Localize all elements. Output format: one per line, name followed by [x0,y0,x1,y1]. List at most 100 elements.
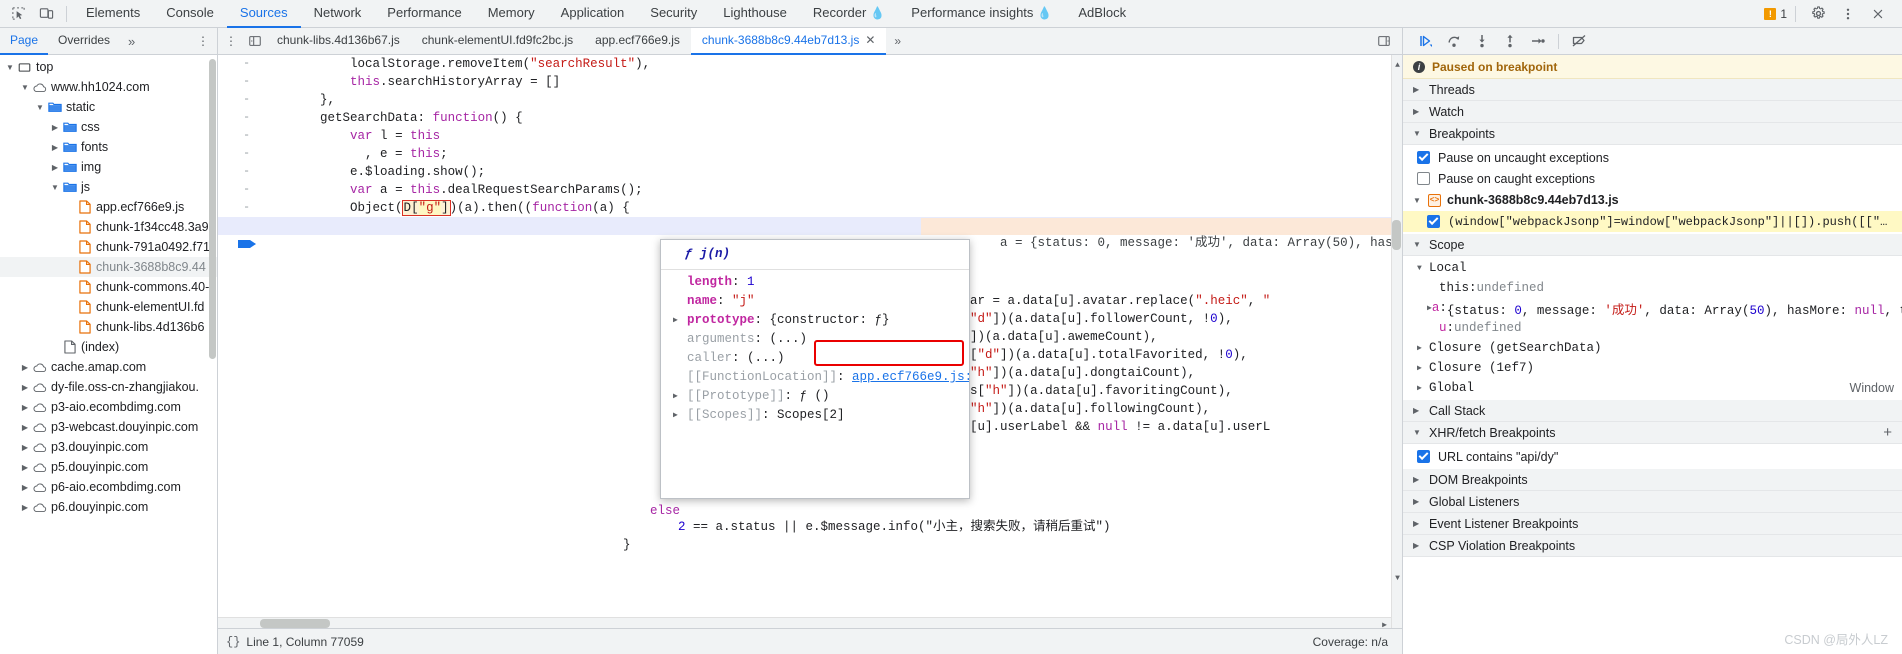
scroll-right-icon[interactable]: ▶ [1382,617,1387,628]
checkbox-checked-icon[interactable] [1417,450,1430,463]
tab-memory[interactable]: Memory [475,0,548,28]
tab-recorder[interactable]: Recorder 💧 [800,0,898,28]
line-gutter[interactable]: - [218,91,258,109]
object-preview-popover[interactable]: ƒ j(n) ▶length: 1▶name: "j"▶prototype: {… [660,239,970,499]
step-over-next-function-call-button[interactable] [1441,29,1467,53]
line-gutter[interactable]: - [218,163,258,181]
chevron-right-icon[interactable]: ▶ [673,311,687,330]
tree-item[interactable]: ▶(index) [0,337,217,357]
more-options-icon[interactable] [1834,1,1862,27]
code-line[interactable]: - , e = this; [218,145,1402,163]
chevron-right-icon[interactable]: ▶ [19,443,31,452]
scrollbar-thumb[interactable] [260,619,330,628]
breakpoint-entry-row[interactable]: (window["webpackJsonp"]=window["webpackJ… [1403,211,1902,232]
breakpoint-file-row[interactable]: ▼ <> chunk-3688b8c9.44eb7d13.js [1403,189,1902,211]
tree-item[interactable]: ▶ p6.douyinpic.com [0,497,217,517]
tree-item[interactable]: ▶ img [0,157,217,177]
scope-variable-row[interactable]: ▶this: undefined [1403,278,1902,298]
tab-lighthouse[interactable]: Lighthouse [710,0,800,28]
tree-item[interactable]: ▶chunk-commons.40- [0,277,217,297]
chevron-right-icon[interactable]: ▶ [19,463,31,472]
section-dom-breakpoints[interactable]: ▶ DOM Breakpoints [1403,469,1902,491]
tree-item[interactable]: ▶ p6-aio.ecombdimg.com [0,477,217,497]
line-gutter[interactable]: - [218,145,258,163]
checkbox-unchecked-icon[interactable] [1417,172,1430,185]
tree-item[interactable]: ▶ p3.douyinpic.com [0,437,217,457]
section-csp-violation-breakpoints[interactable]: ▶ CSP Violation Breakpoints [1403,535,1902,557]
pretty-print-icon[interactable]: {} [226,635,240,649]
inspect-cursor-icon[interactable] [4,1,32,27]
step-button[interactable] [1525,29,1551,53]
nav-tab-overrides[interactable]: Overrides [48,28,120,55]
tree-item[interactable]: ▶ dy-file.oss-cn-zhangjiakou. [0,377,217,397]
line-gutter[interactable]: - [218,109,258,127]
chevron-right-icon[interactable]: ▶ [19,423,31,432]
nav-more-tabs-icon[interactable]: » [120,34,143,49]
section-watch[interactable]: ▶ Watch [1403,101,1902,123]
tree-item[interactable]: ▶ cache.amap.com [0,357,217,377]
section-call-stack[interactable]: ▶ Call Stack [1403,400,1902,422]
checkbox-checked-icon[interactable] [1427,215,1440,228]
editor-tab-chunk-3688b8c9[interactable]: chunk-3688b8c9.44eb7d13.js ✕ [690,27,887,55]
chevron-right-icon[interactable]: ▶ [673,387,687,406]
scope-closure-getsearchdata[interactable]: ▶ Closure (getSearchData) [1403,338,1902,358]
warning-badge[interactable]: ! 1 [1764,7,1787,21]
popover-property-row[interactable]: ▶arguments: (...) [661,330,969,349]
editor-vertical-scrollbar[interactable]: ▲ ▼ [1391,55,1402,628]
editor-horizontal-scrollbar[interactable]: ▶ [218,617,1391,628]
tree-item[interactable]: ▶chunk-libs.4d136b6 [0,317,217,337]
file-tree[interactable]: ▼ top ▼ www.hh1024.com ▼ static ▶ css ▶ fonts ▶ img… [0,55,217,654]
chevron-right-icon[interactable]: ▶ [19,383,31,392]
panel-collapse-icon[interactable] [244,34,266,48]
xhr-breakpoint-row[interactable]: URL contains "api/dy" [1403,446,1902,467]
chevron-down-icon[interactable]: ▼ [19,83,31,92]
tree-item[interactable]: ▼ static [0,97,217,117]
code-line[interactable]: - getSearchData: function() { [218,109,1402,127]
nav-tab-page[interactable]: Page [0,28,49,55]
line-gutter[interactable]: - [218,55,258,73]
scope-closure-1ef7[interactable]: ▶ Closure (1ef7) [1403,358,1902,378]
tree-item[interactable]: ▶ p5.douyinpic.com [0,457,217,477]
popover-property-row[interactable]: ▶ [[Scopes]]: Scopes[2] [661,406,969,425]
source-location-link[interactable]: app.ecf766e9.js:1 [852,368,969,387]
scroll-down-icon[interactable]: ▼ [1393,570,1402,588]
editor-kebab-icon[interactable]: ⋮ [218,34,244,48]
chevron-right-icon[interactable]: ▶ [49,163,61,172]
chevron-right-icon[interactable]: ▶ [673,406,687,425]
section-breakpoints[interactable]: ▼ Breakpoints [1403,123,1902,145]
tab-console[interactable]: Console [153,0,227,28]
navigator-kebab-icon[interactable]: ⋮ [189,34,217,48]
code-line[interactable]: - localStorage.removeItem("searchResult"… [218,55,1402,73]
editor-more-tabs-icon[interactable]: » [886,34,909,48]
add-xhr-breakpoint-icon[interactable]: + [1883,424,1892,441]
chevron-down-icon[interactable]: ▼ [34,103,46,112]
line-gutter[interactable]: - [218,199,258,217]
scrollbar-thumb[interactable] [209,59,216,359]
popover-property-row[interactable]: ▶length: 1 [661,273,969,292]
scope-global[interactable]: ▶ Global Window [1403,378,1902,398]
chevron-down-icon[interactable]: ▼ [4,63,16,72]
scope-variable-row[interactable]: ▶u: undefined [1403,318,1902,338]
section-threads[interactable]: ▶ Threads [1403,79,1902,101]
chevron-down-icon[interactable]: ▼ [49,183,61,192]
tab-performance-insights[interactable]: Performance insights 💧 [898,0,1065,28]
tree-item[interactable]: ▶chunk-791a0492.f71 [0,237,217,257]
checkbox-checked-icon[interactable] [1417,151,1430,164]
tab-security[interactable]: Security [637,0,710,28]
tab-network[interactable]: Network [301,0,375,28]
chevron-right-icon[interactable]: ▶ [19,483,31,492]
code-line[interactable]: - this.searchHistoryArray = [] [218,73,1402,91]
editor-tab-chunk-libs[interactable]: chunk-libs.4d136b67.js [266,28,411,55]
navigator-scrollbar[interactable] [208,55,217,654]
code-line[interactable]: - var a = this.dealRequestSearchParams()… [218,181,1402,199]
tab-application[interactable]: Application [548,0,638,28]
chevron-right-icon[interactable]: ▶ [49,143,61,152]
gear-icon[interactable] [1804,1,1832,27]
scrollbar-thumb[interactable] [1392,220,1401,250]
tree-item[interactable]: ▶ p3-aio.ecombdimg.com [0,397,217,417]
code-line[interactable]: - Object(D["g"])(a).then((function(a) { [218,199,1402,217]
tree-item[interactable]: ▼ top [0,57,217,77]
scope-variable-row[interactable]: ▶ a: {status: 0, message: '成功', data: Arr… [1403,298,1902,318]
section-xhr-fetch-breakpoints[interactable]: ▼ XHR/fetch Breakpoints + [1403,422,1902,444]
step-into-next-function-call-button[interactable] [1469,29,1495,53]
